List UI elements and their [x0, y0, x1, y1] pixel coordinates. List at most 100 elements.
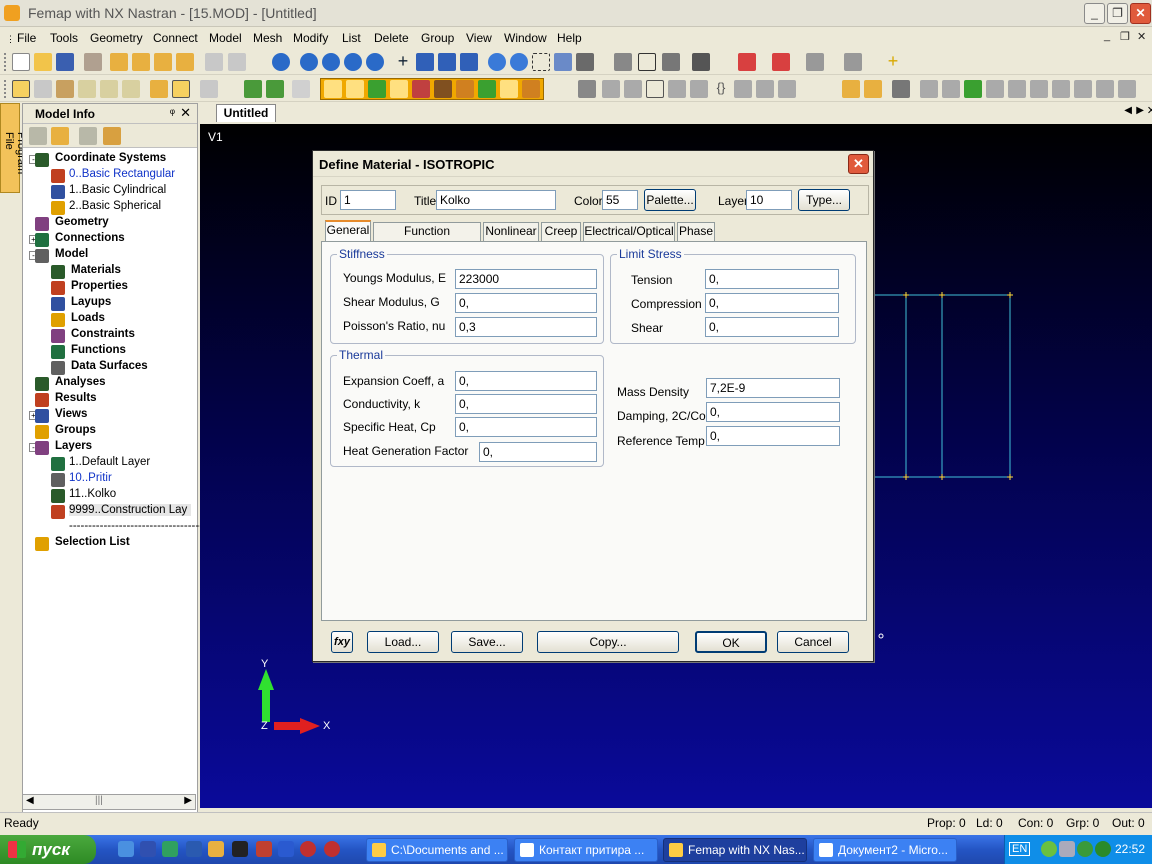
- tree-item[interactable]: Materials: [71, 264, 121, 276]
- id-field[interactable]: [340, 190, 396, 210]
- tray-icon-4[interactable]: [1095, 841, 1111, 857]
- mdi-restore-icon[interactable]: ❐: [1120, 30, 1130, 43]
- menu-connect[interactable]: Connect: [153, 31, 198, 45]
- restore-button[interactable]: ❐: [1107, 3, 1128, 24]
- shape-3-icon[interactable]: [964, 80, 982, 98]
- menu-help[interactable]: Help: [557, 31, 582, 45]
- entity-editor-icon[interactable]: [150, 80, 168, 98]
- wireframe-icon[interactable]: [638, 53, 656, 71]
- results-icon[interactable]: [176, 53, 194, 71]
- distribute-icon[interactable]: [624, 80, 642, 98]
- tree-item[interactable]: 1..Default Layer: [69, 456, 150, 468]
- youngs-modulus-field[interactable]: [455, 269, 597, 289]
- shape-1-icon[interactable]: [920, 80, 938, 98]
- pick-icon[interactable]: [772, 53, 790, 71]
- ungroup-icon[interactable]: [690, 80, 708, 98]
- meshing-toolbox-icon[interactable]: [842, 80, 860, 98]
- toolbar-grip[interactable]: [4, 80, 7, 98]
- align-left-icon[interactable]: [578, 80, 596, 98]
- layer-field[interactable]: [746, 190, 792, 210]
- tree-item[interactable]: Selection List: [55, 536, 130, 548]
- tree-item[interactable]: 11..Kolko: [69, 488, 116, 500]
- horizontal-scrollbar[interactable]: ◀ ||| ▶: [22, 794, 196, 810]
- solid-geom-icon[interactable]: [412, 80, 430, 98]
- autoscale-icon[interactable]: [554, 53, 572, 71]
- tray-icon-2[interactable]: [1059, 841, 1075, 857]
- model-info-toggle-icon[interactable]: [12, 80, 30, 98]
- tree-item[interactable]: Geometry: [55, 216, 109, 228]
- tab-nonlinear[interactable]: Nonlinear: [483, 222, 539, 241]
- tab-close-icon[interactable]: ✕: [1147, 104, 1152, 117]
- tension-field[interactable]: [705, 269, 839, 289]
- program-file-tab[interactable]: Program File: [0, 103, 27, 193]
- limit-shear-field[interactable]: [705, 317, 839, 337]
- app-quick-icon[interactable]: [232, 841, 248, 857]
- tree-item[interactable]: 1..Basic Cylindrical: [69, 184, 166, 196]
- copy-button[interactable]: Copy...: [537, 631, 679, 653]
- globe-icon[interactable]: [272, 53, 290, 71]
- tray-icon-3[interactable]: [1077, 841, 1093, 857]
- tree-item[interactable]: 9999..Construction Lay: [69, 504, 192, 516]
- element-icon[interactable]: [478, 80, 496, 98]
- braces-icon[interactable]: {}: [712, 80, 730, 98]
- program-file-icon[interactable]: [56, 80, 74, 98]
- plus-icon[interactable]: +: [394, 52, 412, 71]
- shape-8-icon[interactable]: [1074, 80, 1092, 98]
- load-button[interactable]: Load...: [367, 631, 439, 653]
- arrow-left-icon[interactable]: [300, 53, 318, 71]
- language-indicator[interactable]: EN: [1009, 842, 1031, 856]
- zoom-box-icon[interactable]: [532, 53, 550, 71]
- tree-item[interactable]: Functions: [71, 344, 126, 356]
- mdi-close-icon[interactable]: ✕: [1137, 30, 1146, 43]
- expansion-coeff-field[interactable]: [455, 371, 597, 391]
- tree-item[interactable]: ------------------------------------: [69, 520, 207, 532]
- shear-modulus-field[interactable]: [455, 293, 597, 313]
- tab-electrical-optical[interactable]: Electrical/Optical: [583, 222, 675, 241]
- task-femap[interactable]: Femap with NX Nas...: [663, 838, 807, 862]
- start-button[interactable]: пуск: [0, 835, 96, 864]
- shape-4-icon[interactable]: [986, 80, 1004, 98]
- menu-list[interactable]: List: [342, 31, 361, 45]
- damping-field[interactable]: [706, 402, 840, 422]
- node-icon[interactable]: [456, 80, 474, 98]
- acrobat-quick-icon[interactable]: [324, 841, 340, 857]
- link-icon[interactable]: [84, 53, 102, 71]
- task-document2[interactable]: Документ2 - Micro...: [813, 838, 957, 862]
- tree-item[interactable]: Loads: [71, 312, 105, 324]
- meshing-options-icon[interactable]: [864, 80, 882, 98]
- tree-folder-icon[interactable]: [51, 127, 69, 145]
- print-setup-icon[interactable]: [205, 53, 223, 71]
- tree-expand-icon[interactable]: [79, 127, 97, 145]
- mdi-minimize-icon[interactable]: _: [1104, 30, 1110, 42]
- reference-temp-field[interactable]: [706, 426, 840, 446]
- tree-item[interactable]: 10..Pritir: [69, 472, 112, 484]
- point-icon[interactable]: [324, 80, 342, 98]
- tree-item[interactable]: Groups: [55, 424, 96, 436]
- group-icon[interactable]: [668, 80, 686, 98]
- table-icon[interactable]: [100, 80, 118, 98]
- mesh-icon[interactable]: [500, 80, 518, 98]
- grid-icon[interactable]: [78, 80, 96, 98]
- solid-icon[interactable]: [662, 53, 680, 71]
- layers-icon[interactable]: [692, 53, 710, 71]
- fxy-button[interactable]: fxy: [331, 631, 353, 653]
- export-icon[interactable]: [132, 53, 150, 71]
- tree-item[interactable]: Coordinate Systems: [55, 152, 166, 164]
- rotate-x-icon[interactable]: [416, 53, 434, 71]
- panel-icon[interactable]: [34, 80, 52, 98]
- menu-geometry[interactable]: Geometry: [90, 31, 143, 45]
- tree-item[interactable]: Layups: [71, 296, 111, 308]
- rotate-z-icon[interactable]: [460, 53, 478, 71]
- task-documents[interactable]: C:\Documents and ...: [366, 838, 508, 862]
- load-icon[interactable]: [522, 80, 540, 98]
- new-file-icon[interactable]: [12, 53, 30, 71]
- tree-item[interactable]: Layers: [55, 440, 92, 452]
- tool-quick-icon[interactable]: [256, 841, 272, 857]
- open-folder-icon[interactable]: [34, 53, 52, 71]
- query-icon[interactable]: [844, 53, 862, 71]
- shape-7-icon[interactable]: [1052, 80, 1070, 98]
- opera-quick-icon[interactable]: [300, 841, 316, 857]
- menu-file[interactable]: File: [17, 31, 36, 45]
- tray-icon-1[interactable]: [1041, 841, 1057, 857]
- mass-density-field[interactable]: [706, 378, 840, 398]
